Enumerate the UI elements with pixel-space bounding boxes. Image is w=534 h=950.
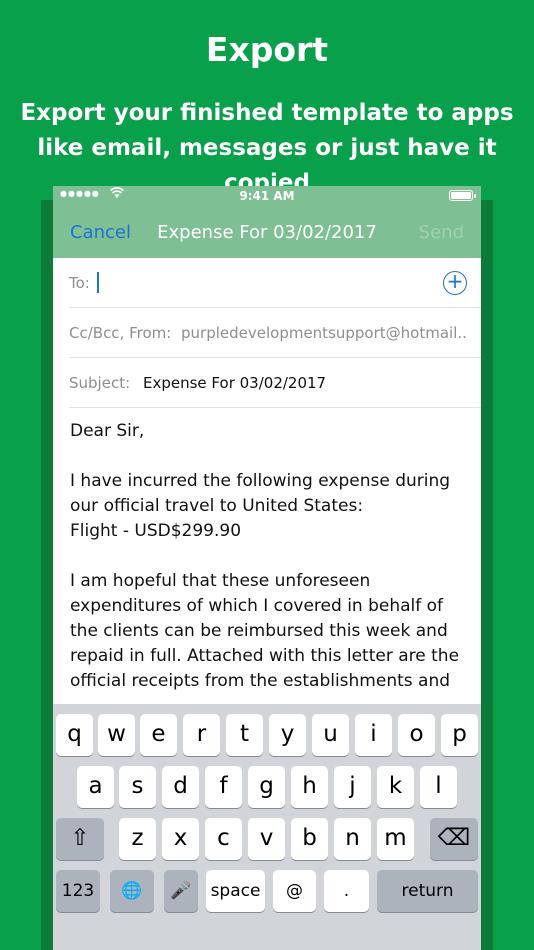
body-line: the clients can be reimbursed this week … xyxy=(70,621,448,641)
body-line: I am hopeful that these unforeseen xyxy=(70,571,371,591)
keyboard: q w e r t y u i o p a s d f g h j k l ⇧ … xyxy=(53,704,481,950)
microphone-icon[interactable]: 🎤 xyxy=(164,870,198,912)
return-key[interactable]: return xyxy=(377,870,478,912)
key-p[interactable]: p xyxy=(441,714,478,756)
mail-compose-screen: ●●●●● 9:41 AM Cancel Expense For 03/02/2… xyxy=(53,186,481,950)
key-t[interactable]: t xyxy=(226,714,263,756)
key-o[interactable]: o xyxy=(398,714,435,756)
body-line: Flight - USD$299.90 xyxy=(70,521,242,541)
shift-icon[interactable]: ⇧ xyxy=(56,818,104,860)
key-z[interactable]: z xyxy=(119,818,156,860)
key-l[interactable]: l xyxy=(420,766,457,808)
key-a[interactable]: a xyxy=(77,766,114,808)
body-line: I have incurred the following expense du… xyxy=(70,471,451,491)
key-j[interactable]: j xyxy=(334,766,371,808)
key-y[interactable]: y xyxy=(269,714,306,756)
status-bar: ●●●●● 9:41 AM xyxy=(53,186,481,206)
body-line: repaid in full. Attached with this lette… xyxy=(70,646,460,666)
key-d[interactable]: d xyxy=(162,766,199,808)
key-r[interactable]: r xyxy=(183,714,220,756)
cc-bcc-from-field[interactable]: Cc/Bcc, From: purpledevelopmentsupport@h… xyxy=(69,308,481,358)
body-line: expenditures of which I covered in behal… xyxy=(70,596,444,616)
add-contact-icon[interactable]: + xyxy=(443,271,467,295)
to-label: To: xyxy=(69,274,90,292)
nav-bar: Cancel Expense For 03/02/2017 Send xyxy=(53,210,481,254)
navigation-area: ●●●●● 9:41 AM Cancel Expense For 03/02/2… xyxy=(53,186,481,258)
promo-subtitle-line1: Export your finished template to apps xyxy=(20,100,514,126)
space-key[interactable]: space xyxy=(206,870,265,912)
key-x[interactable]: x xyxy=(162,818,199,860)
key-f[interactable]: f xyxy=(205,766,242,808)
numbers-key[interactable]: 123 xyxy=(56,870,100,912)
promo-title: Export xyxy=(205,30,329,69)
cc-label: Cc/Bcc, From: xyxy=(69,324,172,342)
key-h[interactable]: h xyxy=(291,766,328,808)
key-n[interactable]: n xyxy=(334,818,371,860)
from-address: purpledevelopmentsupport@hotmail... xyxy=(181,324,466,342)
text-cursor xyxy=(97,272,99,293)
body-line: our official travel to United States: xyxy=(70,496,364,516)
send-button[interactable]: Send xyxy=(419,222,464,243)
key-m[interactable]: m xyxy=(377,818,414,860)
delete-icon[interactable]: ⌫ xyxy=(430,818,478,860)
key-i[interactable]: i xyxy=(355,714,392,756)
at-key[interactable]: @ xyxy=(273,870,316,912)
greeting: Dear Sir, xyxy=(70,421,145,441)
body-paragraph-2: I am hopeful that these unforeseen expen… xyxy=(70,569,470,694)
key-v[interactable]: v xyxy=(248,818,285,860)
key-q[interactable]: q xyxy=(56,714,93,756)
subject-field[interactable]: Subject: Expense For 03/02/2017 xyxy=(69,358,481,408)
to-field[interactable]: To: + xyxy=(69,258,481,308)
status-time: 9:41 AM xyxy=(239,189,295,203)
body-line: official receipts from the establishment… xyxy=(70,671,451,691)
subject-label: Subject: xyxy=(69,374,131,392)
key-b[interactable]: b xyxy=(291,818,328,860)
key-e[interactable]: e xyxy=(140,714,177,756)
subject-value: Expense For 03/02/2017 xyxy=(143,374,327,392)
compose-title: Expense For 03/02/2017 xyxy=(157,222,377,243)
key-s[interactable]: s xyxy=(119,766,156,808)
key-w[interactable]: w xyxy=(98,714,135,756)
period-key[interactable]: . xyxy=(324,870,369,912)
key-u[interactable]: u xyxy=(312,714,349,756)
key-g[interactable]: g xyxy=(248,766,285,808)
globe-icon[interactable]: 🌐 xyxy=(110,870,154,912)
message-body[interactable]: Dear Sir, I have incurred the following … xyxy=(70,419,470,719)
key-k[interactable]: k xyxy=(377,766,414,808)
battery-icon xyxy=(449,190,476,201)
body-paragraph-1: I have incurred the following expense du… xyxy=(70,469,470,544)
key-c[interactable]: c xyxy=(205,818,242,860)
